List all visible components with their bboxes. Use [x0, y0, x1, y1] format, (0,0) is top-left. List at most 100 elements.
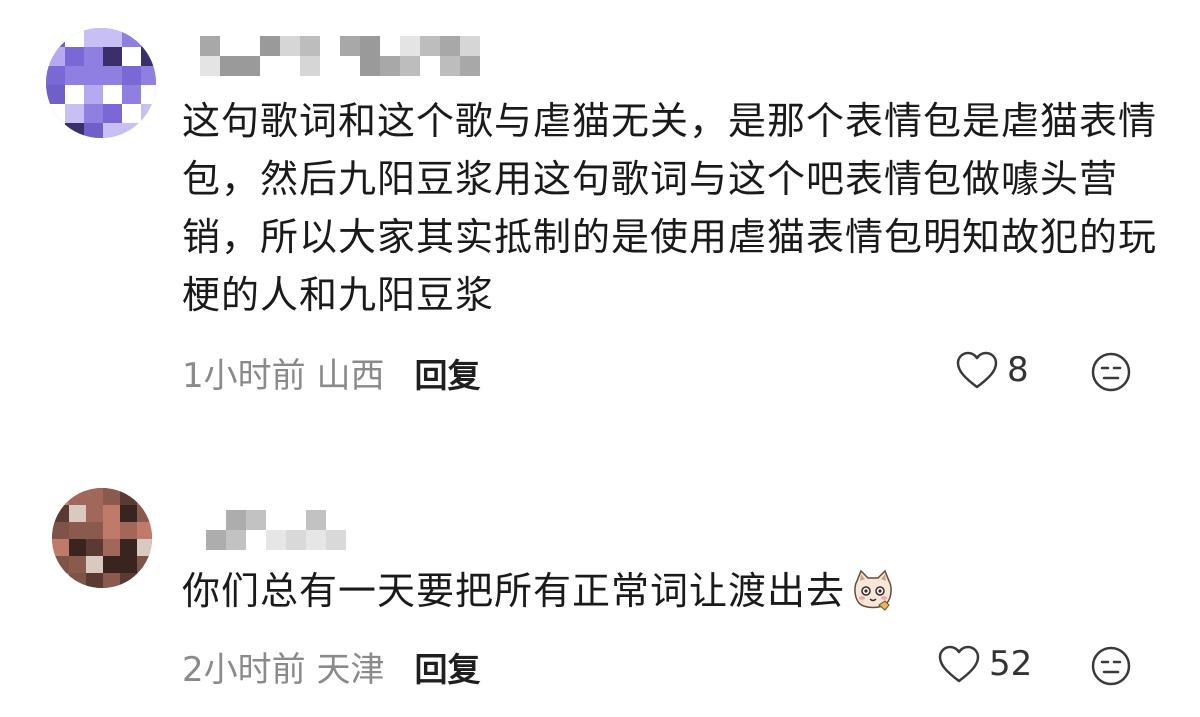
mosaic-pixel — [122, 28, 141, 47]
mosaic-pixel — [360, 56, 380, 76]
username-blurred[interactable] — [200, 36, 500, 76]
mosaic-pixel — [52, 505, 69, 522]
mosaic-pixel — [84, 104, 103, 123]
mosaic-pixel — [84, 28, 103, 47]
mosaic-pixel — [226, 530, 246, 550]
mosaic-pixel — [122, 85, 141, 104]
mosaic-pixel — [226, 510, 246, 530]
mosaic-pixel — [440, 56, 460, 76]
mosaic-pixel — [65, 28, 84, 47]
mosaic-pixel — [300, 36, 320, 56]
mosaic-pixel — [65, 104, 84, 123]
mosaic-pixel — [400, 36, 420, 56]
mosaic-pixel — [65, 123, 84, 138]
like-button[interactable]: 52 — [937, 644, 1032, 684]
mosaic-pixel — [246, 510, 266, 530]
mosaic-pixel — [137, 573, 152, 588]
heart-outline-icon — [938, 645, 980, 683]
mosaic-pixel — [84, 123, 103, 138]
avatar[interactable] — [46, 28, 156, 138]
mosaic-pixel — [86, 488, 103, 505]
mosaic-pixel — [65, 85, 84, 104]
comment-text: 这句歌词和这个歌与虐猫无关，是那个表情包是虐猫表情包，然后九阳豆浆用这句歌词与这… — [182, 99, 1158, 317]
mosaic-pixel — [86, 539, 103, 556]
mosaic-pixel — [52, 556, 69, 573]
mosaic-pixel — [52, 488, 69, 505]
mosaic-pixel — [220, 56, 240, 76]
mosaic-pixel — [103, 123, 122, 138]
mosaic-pixel — [46, 28, 65, 47]
mosaic-pixel — [103, 66, 122, 85]
mosaic-pixel — [103, 505, 120, 522]
mosaic-pixel — [65, 47, 84, 66]
mosaic-pixel — [137, 556, 152, 573]
mosaic-pixel — [86, 556, 103, 573]
mosaic-pixel — [122, 47, 141, 66]
mosaic-pixel — [141, 123, 156, 138]
mosaic-pixel — [86, 522, 103, 539]
reply-button[interactable]: 回复 — [414, 643, 480, 691]
comment-actions: 8 — [955, 350, 1131, 392]
mosaic-pixel — [300, 56, 320, 76]
mosaic-pixel — [120, 539, 137, 556]
dislike-button[interactable] — [1089, 350, 1133, 398]
comment-item: 这句歌词和这个歌与虐猫无关，是那个表情包是虐猫表情包，然后九阳豆浆用这句歌词与这… — [0, 0, 1200, 430]
mosaic-pixel — [52, 522, 69, 539]
mosaic-pixel — [141, 66, 156, 85]
mosaic-pixel — [52, 539, 69, 556]
mosaic-pixel — [266, 530, 286, 550]
comment-meta: 1小时前 山西 回复 — [182, 348, 480, 397]
mosaic-pixel — [306, 530, 326, 550]
mosaic-pixel — [200, 36, 220, 56]
mosaic-pixel — [69, 573, 86, 588]
mosaic-pixel — [86, 573, 103, 588]
time-location: 2小时前 天津 — [182, 650, 385, 690]
mosaic-pixel — [69, 488, 86, 505]
mosaic-pixel — [69, 505, 86, 522]
mosaic-pixel — [103, 28, 122, 47]
mosaic-pixel — [52, 573, 69, 588]
mosaic-pixel — [103, 573, 120, 588]
mosaic-pixel — [65, 66, 84, 85]
mosaic-pixel — [122, 104, 141, 123]
mosaic-pixel — [120, 488, 137, 505]
mosaic-pixel — [460, 36, 480, 56]
time-location: 1小时前 山西 — [182, 356, 385, 396]
mosaic-pixel — [120, 556, 137, 573]
mosaic-pixel — [84, 47, 103, 66]
mosaic-pixel — [120, 522, 137, 539]
mosaic-pixel — [122, 66, 141, 85]
mosaic-pixel — [103, 556, 120, 573]
mosaic-pixel — [460, 56, 480, 76]
mosaic-pixel — [69, 556, 86, 573]
mosaic-pixel — [306, 510, 326, 530]
dislike-button[interactable] — [1089, 644, 1133, 692]
mosaic-pixel — [46, 123, 65, 138]
mosaic-pixel — [103, 488, 120, 505]
mosaic-pixel — [280, 36, 300, 56]
mosaic-pixel — [440, 36, 460, 56]
mosaic-pixel — [46, 66, 65, 85]
like-button[interactable]: 8 — [955, 350, 1029, 390]
mosaic-pixel — [141, 47, 156, 66]
like-count: 8 — [1007, 350, 1029, 390]
mosaic-pixel — [69, 522, 86, 539]
avatar[interactable] — [52, 488, 152, 588]
mosaic-pixel — [141, 85, 156, 104]
mosaic-pixel — [103, 104, 122, 123]
reply-button[interactable]: 回复 — [414, 349, 480, 397]
mosaic-pixel — [286, 530, 306, 550]
dislike-face-icon — [1091, 352, 1131, 392]
mosaic-pixel — [420, 36, 440, 56]
like-count: 52 — [989, 644, 1033, 684]
cat-emoji-icon — [854, 569, 892, 611]
comment-meta: 2小时前 天津 回复 — [182, 642, 480, 691]
heart-outline-icon — [956, 351, 998, 389]
mosaic-pixel — [360, 36, 380, 56]
mosaic-pixel — [141, 104, 156, 123]
comment-item: 你们总有一天要把所有正常词让渡出去 2小时前 天津 回复 52 — [0, 470, 1200, 717]
mosaic-pixel — [326, 530, 346, 550]
username-blurred[interactable] — [186, 510, 356, 550]
mosaic-pixel — [84, 85, 103, 104]
mosaic-pixel — [120, 505, 137, 522]
